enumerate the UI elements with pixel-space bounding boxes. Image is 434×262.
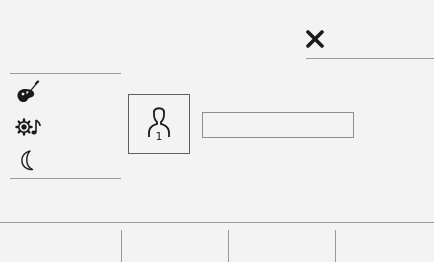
user-1-icon: 1: [148, 107, 170, 143]
sidebar-item-palette[interactable]: [14, 80, 44, 106]
settings-music-icon: [15, 118, 41, 136]
contact-number: 1: [156, 130, 163, 143]
sidebar-divider-bottom: [10, 178, 121, 179]
sidebar-divider-top: [10, 73, 121, 74]
sidebar-item-night[interactable]: [14, 148, 44, 174]
header-divider: [306, 58, 434, 59]
close-icon: [306, 30, 324, 48]
paint-palette-icon: [17, 80, 40, 103]
footer-button-3[interactable]: [229, 230, 335, 262]
footer-divider: [0, 222, 434, 223]
footer-button-2[interactable]: [122, 230, 228, 262]
sidebar-item-settings-sound[interactable]: [14, 114, 44, 140]
name-field[interactable]: [202, 112, 354, 138]
screen: 1: [0, 0, 434, 262]
close-button[interactable]: [304, 28, 326, 50]
moon-icon: [21, 150, 34, 171]
footer-button-4[interactable]: [336, 230, 434, 262]
contact-button[interactable]: 1: [128, 94, 190, 154]
footer-button-1[interactable]: [0, 230, 121, 262]
